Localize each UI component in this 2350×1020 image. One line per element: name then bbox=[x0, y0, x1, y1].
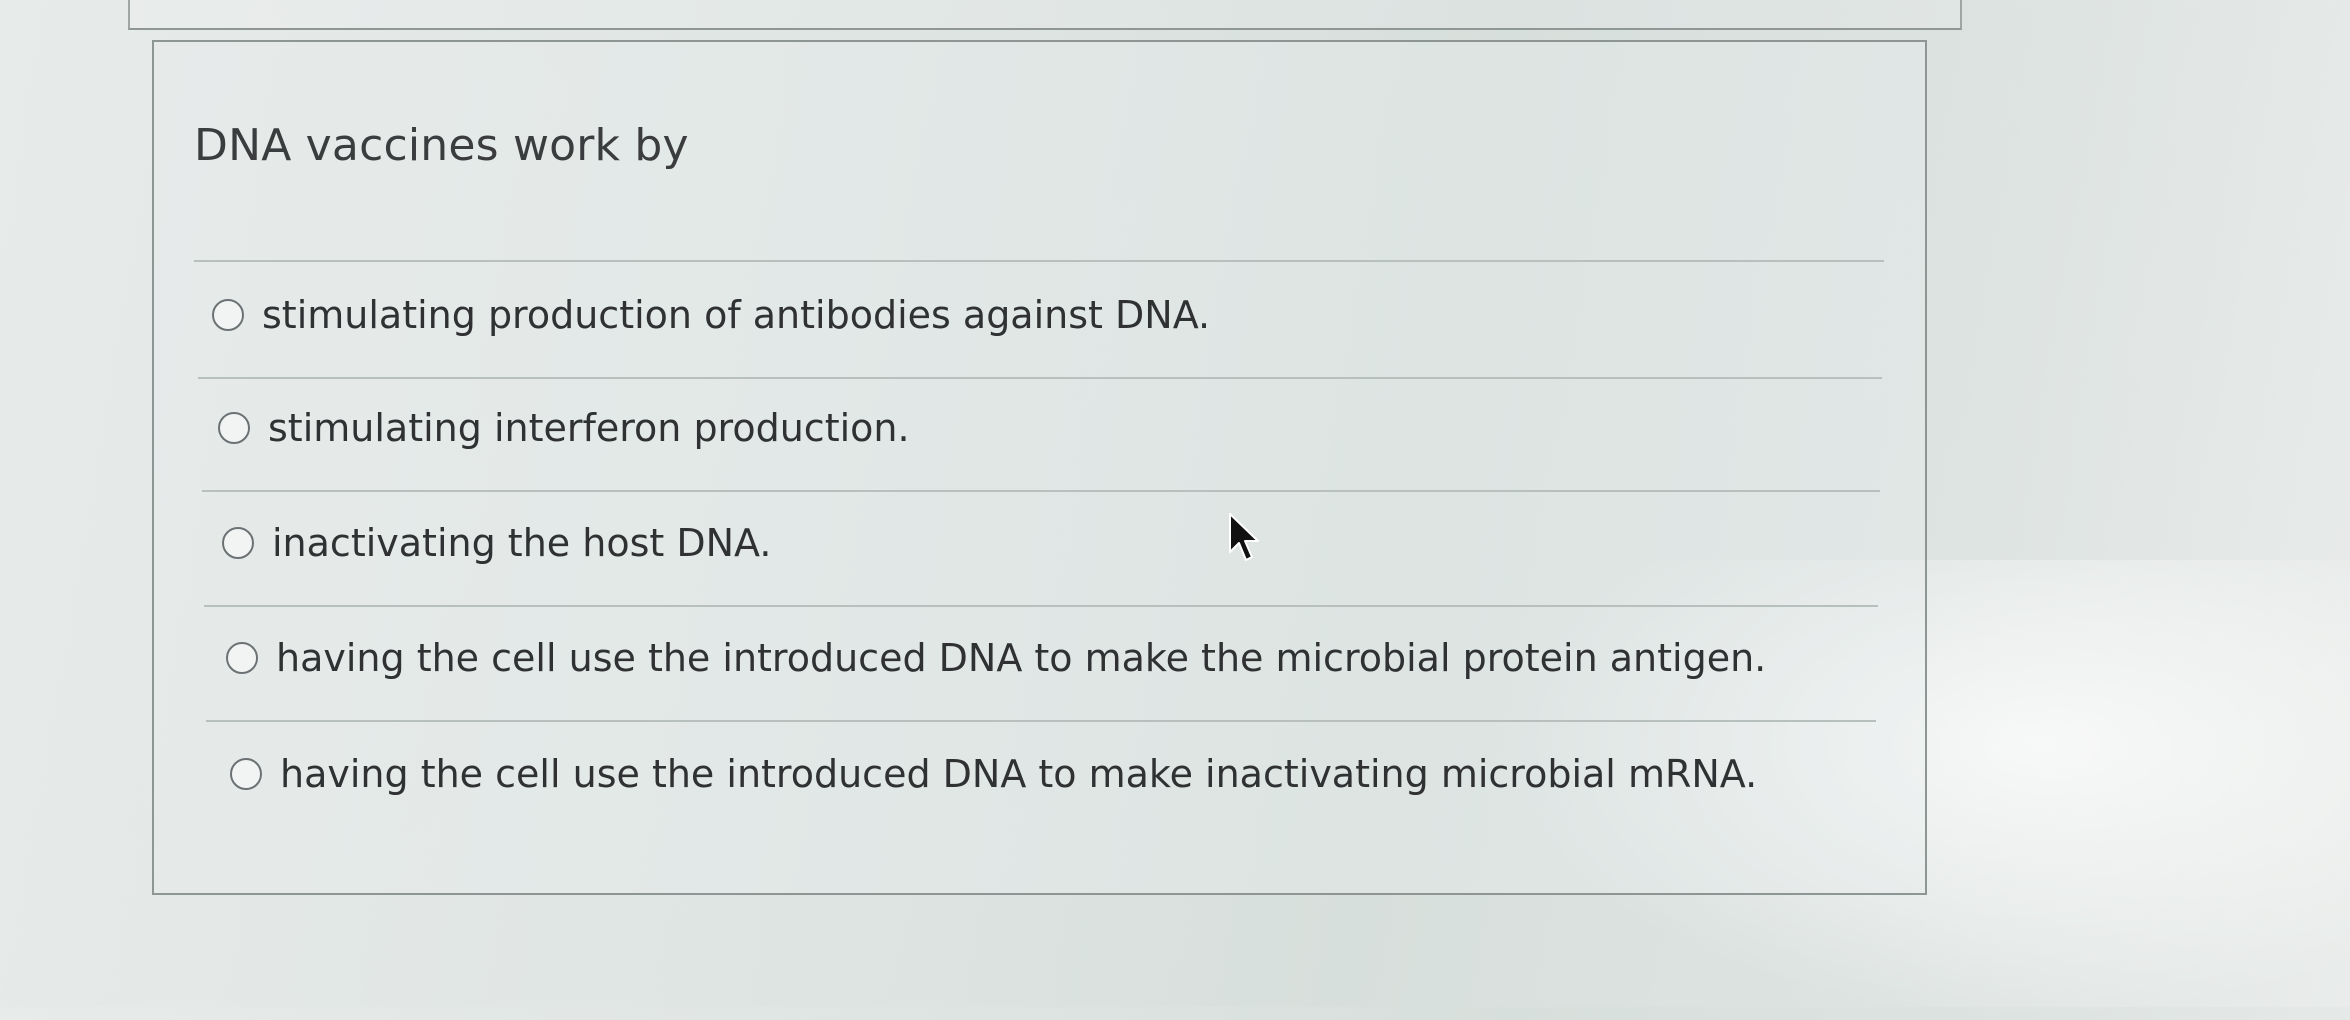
option-5[interactable]: having the cell use the introduced DNA t… bbox=[230, 752, 1757, 796]
question-text: DNA vaccines work by bbox=[194, 120, 689, 171]
option-label: having the cell use the introduced DNA t… bbox=[280, 752, 1758, 796]
radio-button-icon[interactable] bbox=[218, 412, 250, 444]
question-card: DNA vaccines work by stimulating product… bbox=[152, 40, 1927, 895]
divider bbox=[202, 490, 1880, 492]
option-3[interactable]: inactivating the host DNA. bbox=[222, 521, 771, 565]
divider bbox=[206, 720, 1876, 722]
divider bbox=[194, 260, 1884, 262]
radio-button-icon[interactable] bbox=[212, 299, 244, 331]
divider bbox=[204, 605, 1878, 607]
previous-question-panel bbox=[128, 0, 1962, 30]
mouse-pointer-icon bbox=[1229, 513, 1259, 561]
radio-button-icon[interactable] bbox=[226, 642, 258, 674]
option-label: inactivating the host DNA. bbox=[272, 521, 772, 565]
option-label: stimulating production of antibodies aga… bbox=[262, 293, 1211, 337]
option-4[interactable]: having the cell use the introduced DNA t… bbox=[226, 636, 1766, 680]
option-label: having the cell use the introduced DNA t… bbox=[276, 636, 1767, 680]
option-label: stimulating interferon production. bbox=[268, 406, 910, 450]
radio-button-icon[interactable] bbox=[230, 758, 262, 790]
option-1[interactable]: stimulating production of antibodies aga… bbox=[212, 293, 1210, 337]
divider bbox=[198, 377, 1882, 379]
radio-button-icon[interactable] bbox=[222, 527, 254, 559]
option-2[interactable]: stimulating interferon production. bbox=[218, 406, 910, 450]
